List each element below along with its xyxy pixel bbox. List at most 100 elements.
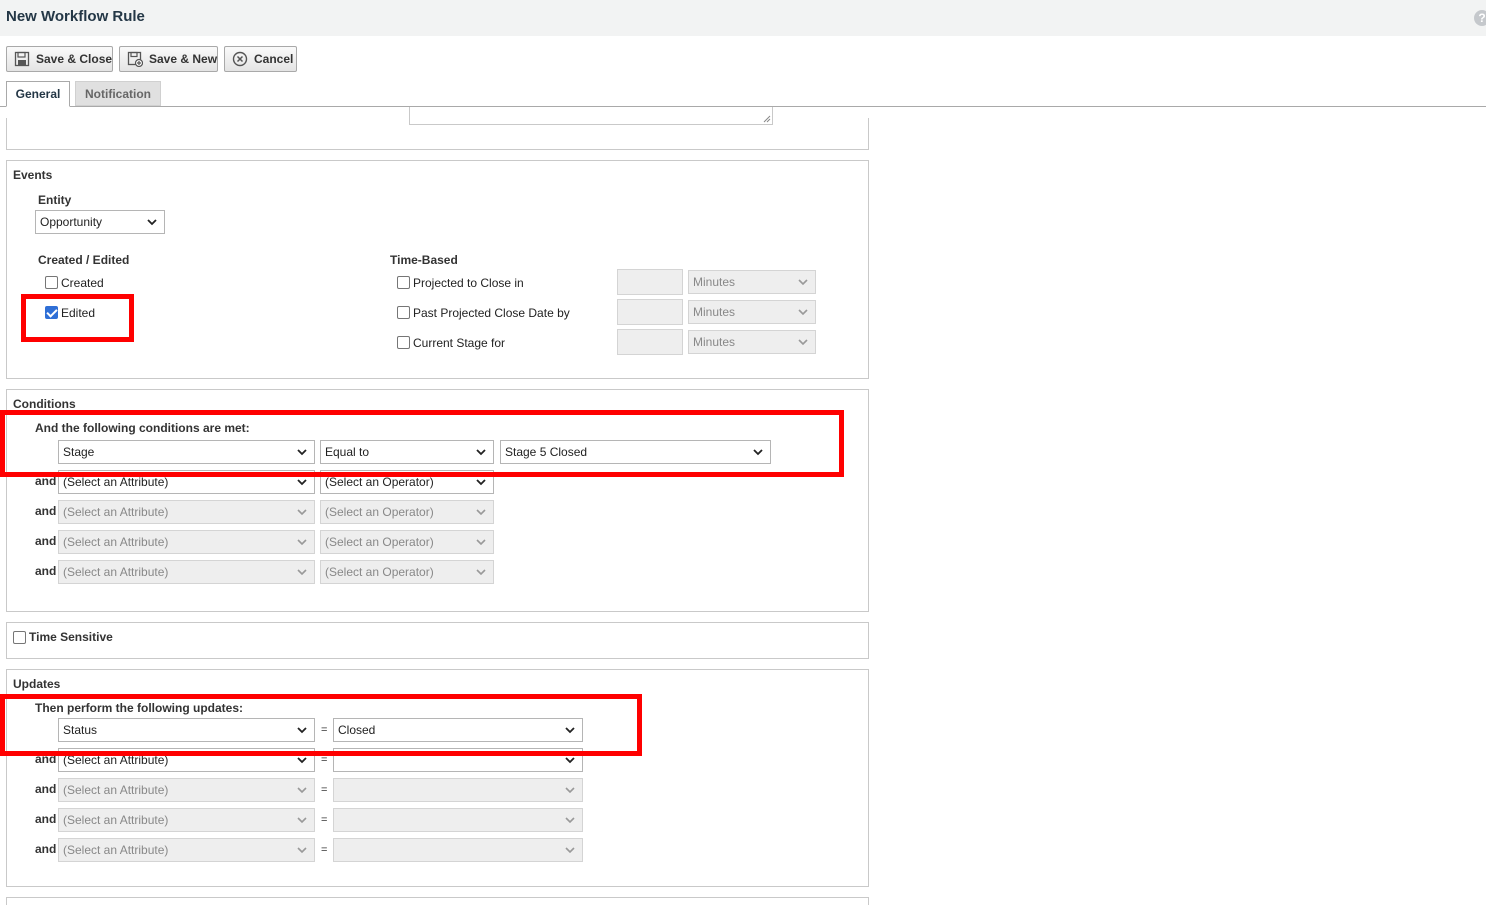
save-close-label: Save & Close: [36, 52, 113, 66]
cancel-label: Cancel: [254, 52, 294, 66]
save-close-button[interactable]: Save & Close: [6, 46, 113, 72]
chevron-down-icon: [297, 817, 307, 824]
condition-operator-select-5[interactable]: (Select an Operator): [320, 560, 494, 584]
chevron-down-icon: [297, 509, 307, 516]
unit-value: Minutes: [693, 335, 736, 349]
update-value-select-3[interactable]: [333, 778, 583, 802]
chevron-down-icon: [297, 449, 307, 456]
save-icon: [14, 51, 30, 67]
equals-sign: =: [321, 844, 328, 856]
save-new-button[interactable]: Save & New: [119, 46, 218, 72]
and-label: and: [35, 564, 57, 578]
chevron-down-icon: [297, 847, 307, 854]
description-textarea[interactable]: [409, 107, 773, 125]
condition-attribute-value: Stage: [63, 445, 95, 459]
condition-attribute-select-3[interactable]: (Select an Attribute): [58, 500, 315, 524]
updates-title: Updates: [13, 677, 61, 691]
updates-intro: Then perform the following updates:: [35, 701, 243, 715]
past-projected-unit-select[interactable]: Minutes: [688, 300, 816, 324]
edited-checkbox[interactable]: [45, 306, 58, 319]
attribute-placeholder: (Select an Attribute): [63, 565, 169, 579]
and-label: and: [35, 534, 57, 548]
time-sensitive-checkbox[interactable]: [13, 631, 26, 644]
entity-label: Entity: [38, 193, 72, 207]
update-value-value: Closed: [338, 723, 376, 737]
chevron-down-icon: [565, 727, 575, 734]
attribute-placeholder: (Select an Attribute): [63, 505, 169, 519]
condition-value-select[interactable]: Stage 5 Closed: [500, 440, 771, 464]
chevron-down-icon: [147, 219, 157, 226]
resize-grip-icon[interactable]: [763, 115, 771, 123]
conditions-intro: And the following conditions are met:: [35, 421, 250, 435]
projected-close-input[interactable]: [617, 269, 683, 295]
chevron-down-icon: [476, 449, 486, 456]
edited-label: Edited: [61, 306, 96, 320]
chevron-down-icon: [297, 787, 307, 794]
attribute-placeholder: (Select an Attribute): [63, 783, 169, 797]
current-stage-checkbox[interactable]: [397, 336, 410, 349]
tab-general[interactable]: General: [6, 81, 70, 107]
created-checkbox[interactable]: [45, 276, 58, 289]
update-attribute-select[interactable]: Status: [58, 718, 315, 742]
cancel-button[interactable]: Cancel: [224, 46, 297, 72]
update-attribute-select-5[interactable]: (Select an Attribute): [58, 838, 315, 862]
entity-select[interactable]: Opportunity: [35, 210, 165, 234]
update-value-select-5[interactable]: [333, 838, 583, 862]
past-projected-label: Past Projected Close Date by: [413, 306, 570, 320]
current-stage-unit-select[interactable]: Minutes: [688, 330, 816, 354]
entity-select-value: Opportunity: [40, 215, 103, 229]
update-value-select-4[interactable]: [333, 808, 583, 832]
past-projected-input[interactable]: [617, 299, 683, 325]
update-value-select-2[interactable]: [333, 748, 583, 772]
chevron-down-icon: [565, 787, 575, 794]
chevron-down-icon: [753, 449, 763, 456]
condition-operator-select-2[interactable]: (Select an Operator): [320, 470, 494, 494]
condition-operator-select[interactable]: Equal to: [320, 440, 494, 464]
chevron-down-icon: [476, 509, 486, 516]
update-attribute-select-4[interactable]: (Select an Attribute): [58, 808, 315, 832]
chevron-down-icon: [565, 817, 575, 824]
chevron-down-icon: [565, 847, 575, 854]
condition-attribute-select[interactable]: Stage: [58, 440, 315, 464]
help-icon[interactable]: ?: [1474, 10, 1486, 26]
created-label: Created: [61, 276, 104, 290]
equals-sign: =: [321, 754, 328, 766]
update-attribute-select-2[interactable]: (Select an Attribute): [58, 748, 315, 772]
and-label: and: [35, 752, 57, 766]
title-bar: New Workflow Rule ?: [0, 0, 1486, 36]
chevron-down-icon: [297, 569, 307, 576]
condition-operator-select-3[interactable]: (Select an Operator): [320, 500, 494, 524]
attribute-placeholder: (Select an Attribute): [63, 475, 169, 489]
projected-close-checkbox[interactable]: [397, 276, 410, 289]
chevron-down-icon: [476, 479, 486, 486]
chevron-down-icon: [476, 539, 486, 546]
time-sensitive-section: [6, 622, 869, 659]
tab-notification[interactable]: Notification: [75, 81, 161, 106]
condition-operator-select-4[interactable]: (Select an Operator): [320, 530, 494, 554]
update-value-select[interactable]: Closed: [333, 718, 583, 742]
update-attribute-select-3[interactable]: (Select an Attribute): [58, 778, 315, 802]
conditions-title: Conditions: [13, 397, 76, 411]
chevron-down-icon: [297, 539, 307, 546]
chevron-down-icon: [798, 279, 808, 286]
attribute-placeholder: (Select an Attribute): [63, 843, 169, 857]
attribute-placeholder: (Select an Attribute): [63, 753, 169, 767]
save-new-icon: [127, 51, 143, 67]
condition-attribute-select-2[interactable]: (Select an Attribute): [58, 470, 315, 494]
past-projected-checkbox[interactable]: [397, 306, 410, 319]
equals-sign: =: [321, 814, 328, 826]
cancel-icon: [232, 51, 248, 67]
current-stage-input[interactable]: [617, 329, 683, 355]
update-attribute-value: Status: [63, 723, 98, 737]
and-label: and: [35, 812, 57, 826]
projected-close-label: Projected to Close in: [413, 276, 524, 290]
chevron-down-icon: [798, 309, 808, 316]
equals-sign: =: [321, 724, 328, 736]
chevron-down-icon: [798, 339, 808, 346]
attribute-placeholder: (Select an Attribute): [63, 535, 169, 549]
projected-close-unit-select[interactable]: Minutes: [688, 270, 816, 294]
condition-attribute-select-5[interactable]: (Select an Attribute): [58, 560, 315, 584]
and-label: and: [35, 782, 57, 796]
and-label: and: [35, 504, 57, 518]
condition-attribute-select-4[interactable]: (Select an Attribute): [58, 530, 315, 554]
